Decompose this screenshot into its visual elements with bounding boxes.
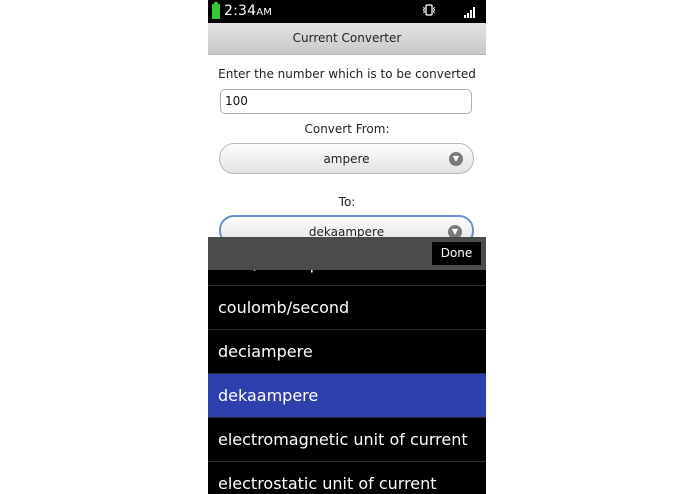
status-clock: 2:34AM <box>224 3 272 19</box>
number-prompt-label: Enter the number which is to be converte… <box>218 67 476 81</box>
picker-item[interactable]: deciampere <box>208 330 486 374</box>
done-button[interactable]: Done <box>432 242 481 265</box>
convert-from-label: Convert From: <box>304 122 390 136</box>
unit-picker: Done biot / abampere coulomb/second deci… <box>208 237 486 494</box>
convert-from-dropdown[interactable]: ampere ▼ <box>219 143 474 174</box>
picker-item-selected[interactable]: dekaampere <box>208 374 486 418</box>
phone-screen: 2:34AM Current Converter Enter the numbe… <box>208 0 486 494</box>
number-input[interactable]: 100 <box>220 89 472 114</box>
app-title-bar: Current Converter <box>208 23 486 55</box>
picker-toolbar: Done <box>208 237 486 270</box>
signal-bars-icon <box>464 6 478 18</box>
picker-item[interactable]: coulomb/second <box>208 286 486 330</box>
convert-to-label: To: <box>338 195 356 209</box>
picker-list[interactable]: biot / abampere coulomb/second deciamper… <box>208 270 486 494</box>
vibrate-icon <box>422 3 436 21</box>
clock-ampm: AM <box>256 7 273 18</box>
picker-item[interactable]: electrostatic unit of current <box>208 462 486 494</box>
convert-from-value: ampere <box>323 152 370 166</box>
status-bar: 2:34AM <box>208 0 486 23</box>
chevron-down-icon: ▼ <box>449 152 463 166</box>
clock-time: 2:34 <box>224 3 257 19</box>
page-title: Current Converter <box>292 31 402 45</box>
battery-icon <box>212 2 220 19</box>
picker-item[interactable]: biot / abampere <box>208 270 486 286</box>
picker-item[interactable]: electromagnetic unit of current <box>208 418 486 462</box>
